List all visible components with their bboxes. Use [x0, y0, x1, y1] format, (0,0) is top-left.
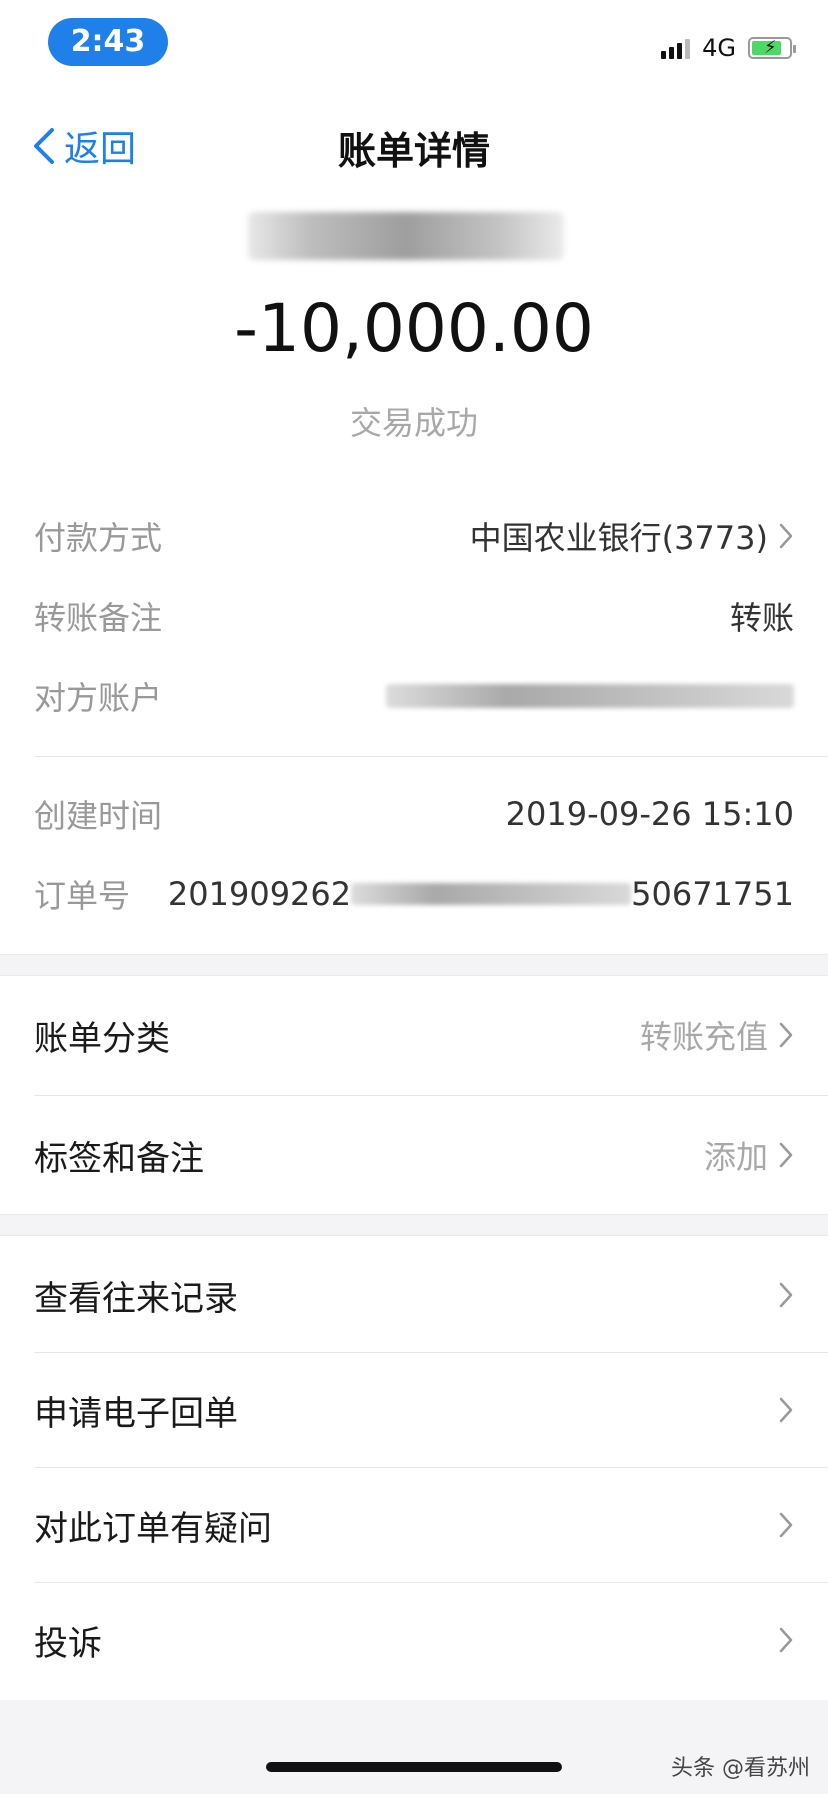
order-number-value: 201909262 50671751 [168, 875, 794, 913]
order-number-row: 订单号 201909262 50671751 [34, 864, 794, 924]
row-divider [34, 1352, 828, 1353]
tags-notes-label: 标签和备注 [34, 1138, 204, 1179]
payment-method-label: 付款方式 [34, 519, 163, 557]
status-right: 4G ⚡ [661, 34, 796, 62]
section-gap [0, 1214, 828, 1236]
bill-category-row[interactable]: 账单分类 转账充值 [34, 980, 794, 1090]
payment-method-text: 中国农业银行(3773) [469, 519, 768, 557]
page-title: 账单详情 [337, 129, 490, 173]
order-number-prefix: 201909262 [167, 875, 352, 913]
created-time-row: 创建时间 2019-09-26 15:10 [34, 784, 794, 844]
bill-category-text: 转账充值 [639, 1018, 768, 1056]
row-divider [34, 1467, 828, 1468]
status-time: 2:43 [48, 18, 168, 66]
chevron-right-icon [779, 1282, 793, 1308]
counterparty-name-redacted [248, 212, 564, 260]
payment-method-value: 中国农业银行(3773) [470, 513, 794, 559]
counterparty-account-redacted [386, 684, 794, 708]
chevron-right-icon [779, 1512, 793, 1538]
counterparty-account-row: 对方账户 [34, 666, 794, 726]
home-indicator[interactable] [266, 1762, 562, 1772]
order-number-redacted [351, 883, 632, 905]
transaction-status: 交易成功 [349, 404, 478, 442]
view-records-label: 查看往来记录 [34, 1278, 238, 1319]
row-divider [34, 1582, 828, 1583]
tags-notes-text: 添加 [703, 1138, 768, 1176]
chevron-right-icon [779, 1022, 793, 1048]
transfer-note-row: 转账备注 转账 [34, 586, 794, 646]
tags-notes-row[interactable]: 标签和备注 添加 [34, 1100, 794, 1210]
transfer-note-label: 转账备注 [34, 599, 163, 637]
watermark: 头条 @看苏州 [671, 1756, 810, 1781]
section-gap [0, 954, 828, 976]
order-number-suffix: 50671751 [631, 875, 794, 913]
complaint-label: 投诉 [34, 1623, 102, 1664]
bill-category-label: 账单分类 [34, 1018, 170, 1059]
order-number-label: 订单号 [34, 877, 131, 915]
order-question-row[interactable]: 对此订单有疑问 [34, 1470, 794, 1580]
created-time-value: 2019-09-26 15:10 [505, 795, 794, 833]
payment-method-row[interactable]: 付款方式 中国农业银行(3773) [34, 506, 794, 566]
nav-bar: 返回 账单详情 [0, 100, 828, 190]
chevron-right-icon [779, 523, 793, 549]
signal-icon [661, 37, 691, 59]
e-receipt-label: 申请电子回单 [34, 1393, 238, 1434]
created-time-label: 创建时间 [34, 797, 163, 835]
e-receipt-row[interactable]: 申请电子回单 [34, 1355, 794, 1465]
counterparty-account-label: 对方账户 [34, 679, 163, 717]
battery-charging-icon: ⚡ [748, 37, 796, 59]
chevron-right-icon [779, 1142, 793, 1168]
section-divider [34, 756, 828, 757]
chevron-right-icon [779, 1627, 793, 1653]
view-records-row[interactable]: 查看往来记录 [34, 1240, 794, 1350]
network-type: 4G [702, 34, 736, 62]
bill-category-value: 转账充值 [640, 1012, 794, 1058]
complaint-row[interactable]: 投诉 [34, 1585, 794, 1695]
status-bar: 2:43 4G ⚡ [0, 0, 828, 80]
transaction-amount: -10,000.00 [234, 290, 594, 367]
tags-notes-value: 添加 [704, 1132, 794, 1178]
transfer-note-value: 转账 [729, 599, 794, 637]
row-divider [34, 1095, 828, 1096]
chevron-right-icon [779, 1397, 793, 1423]
order-question-label: 对此订单有疑问 [34, 1508, 272, 1549]
